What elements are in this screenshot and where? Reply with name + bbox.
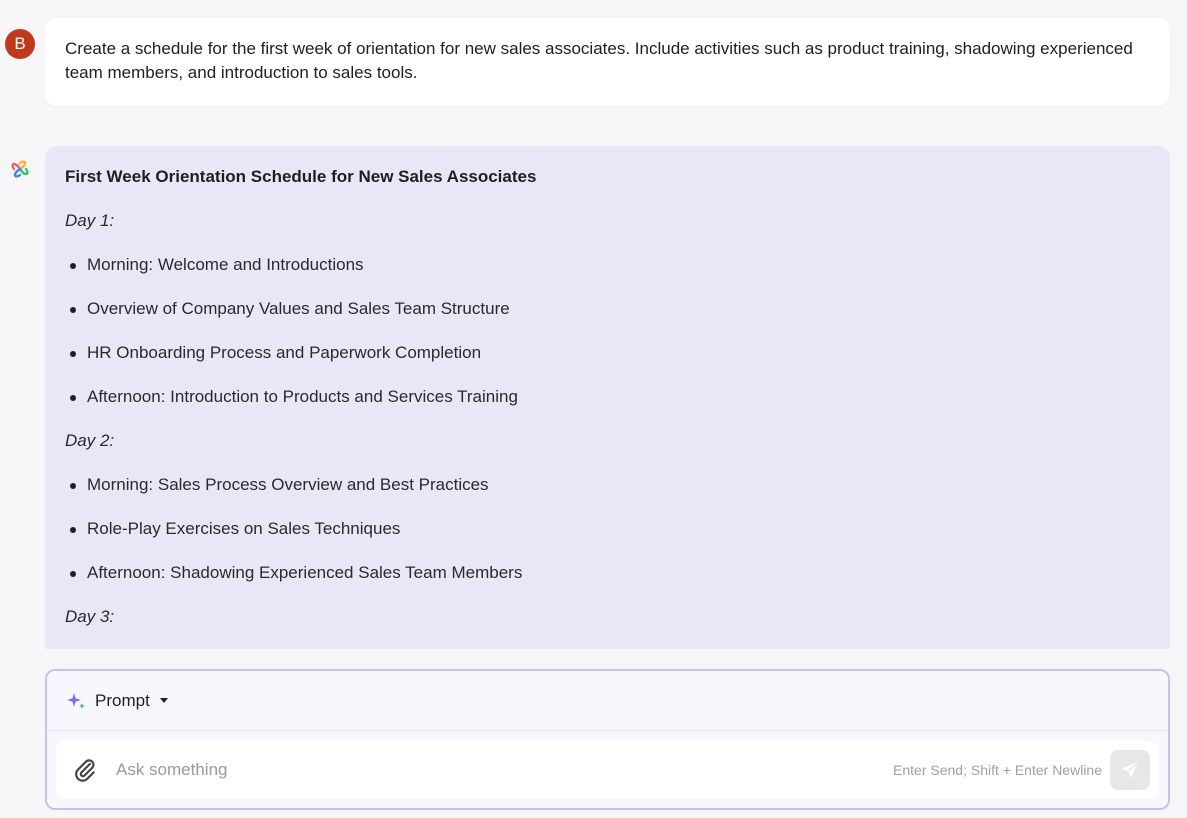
user-message: Create a schedule for the first week of … (45, 18, 1170, 106)
list-item: HR Onboarding Process and Paperwork Comp… (65, 341, 1150, 365)
chevron-down-icon (159, 698, 168, 703)
list-item: Morning: Sales Process Overview and Best… (65, 473, 1150, 497)
list-item: Role-Play Exercises on Sales Techniques (65, 517, 1150, 541)
composer: Prompt Enter Send; Shift + Enter Newline (45, 669, 1170, 810)
list-item: Afternoon: Shadowing Experienced Sales T… (65, 561, 1150, 585)
day-heading: Day 2: (65, 431, 115, 450)
paperclip-icon[interactable] (72, 757, 98, 783)
prompt-mode-label: Prompt (95, 690, 150, 710)
assistant-logo-icon (11, 160, 29, 178)
day-heading: Day 3: (65, 607, 115, 626)
ask-input[interactable] (116, 760, 894, 780)
input-row: Enter Send; Shift + Enter Newline (56, 741, 1159, 799)
list-item: Morning: Welcome and Introductions (65, 253, 1150, 277)
response-title: First Week Orientation Schedule for New … (65, 167, 537, 186)
list-item: Overview of Company Values and Sales Tea… (65, 297, 1150, 321)
assistant-message: First Week Orientation Schedule for New … (45, 146, 1170, 649)
send-hint: Enter Send; Shift + Enter Newline (893, 762, 1102, 778)
chat-page: B Create a schedule for the first week o… (0, 0, 1187, 818)
send-button[interactable] (1110, 750, 1150, 790)
prompt-mode-dropdown[interactable]: Prompt (47, 671, 1168, 731)
day-heading: Day 1: (65, 211, 115, 230)
user-avatar: B (5, 29, 35, 59)
send-icon (1121, 761, 1139, 779)
sparkle-icon (67, 692, 85, 709)
list-item: Afternoon: Introduction to Products and … (65, 385, 1150, 409)
